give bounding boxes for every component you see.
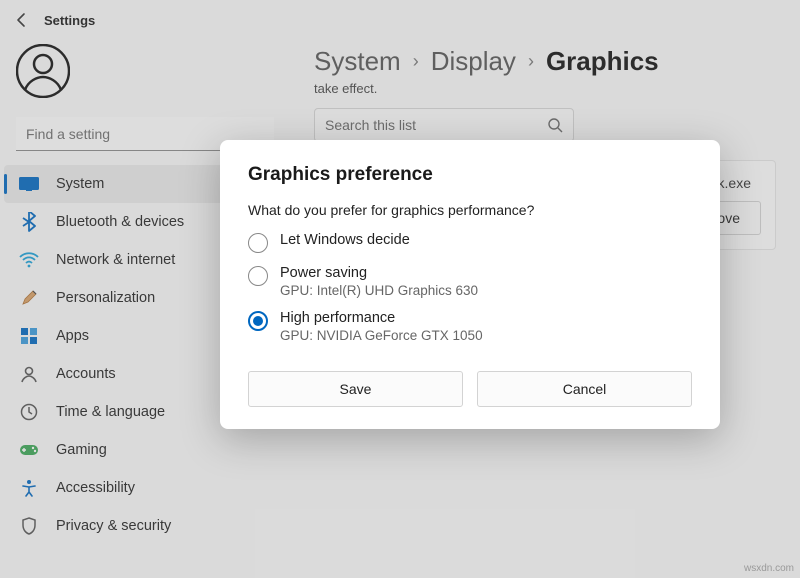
option-sublabel: GPU: Intel(R) UHD Graphics 630 — [280, 283, 478, 298]
radio-icon — [248, 233, 268, 253]
radio-icon — [248, 266, 268, 286]
option-let-windows-decide[interactable]: Let Windows decide — [248, 232, 692, 253]
option-label: Power saving — [280, 265, 478, 281]
save-button[interactable]: Save — [248, 371, 463, 407]
option-sublabel: GPU: NVIDIA GeForce GTX 1050 — [280, 328, 483, 343]
watermark-text: wsxdn.com — [744, 563, 794, 574]
radio-icon — [248, 311, 268, 331]
option-high-performance[interactable]: High performance GPU: NVIDIA GeForce GTX… — [248, 310, 692, 343]
dialog-title: Graphics preference — [248, 164, 692, 186]
cancel-button[interactable]: Cancel — [477, 371, 692, 407]
graphics-preference-dialog: Graphics preference What do you prefer f… — [220, 140, 720, 429]
option-power-saving[interactable]: Power saving GPU: Intel(R) UHD Graphics … — [248, 265, 692, 298]
dialog-question: What do you prefer for graphics performa… — [248, 202, 692, 218]
option-label: High performance — [280, 310, 483, 326]
option-label: Let Windows decide — [280, 232, 410, 248]
